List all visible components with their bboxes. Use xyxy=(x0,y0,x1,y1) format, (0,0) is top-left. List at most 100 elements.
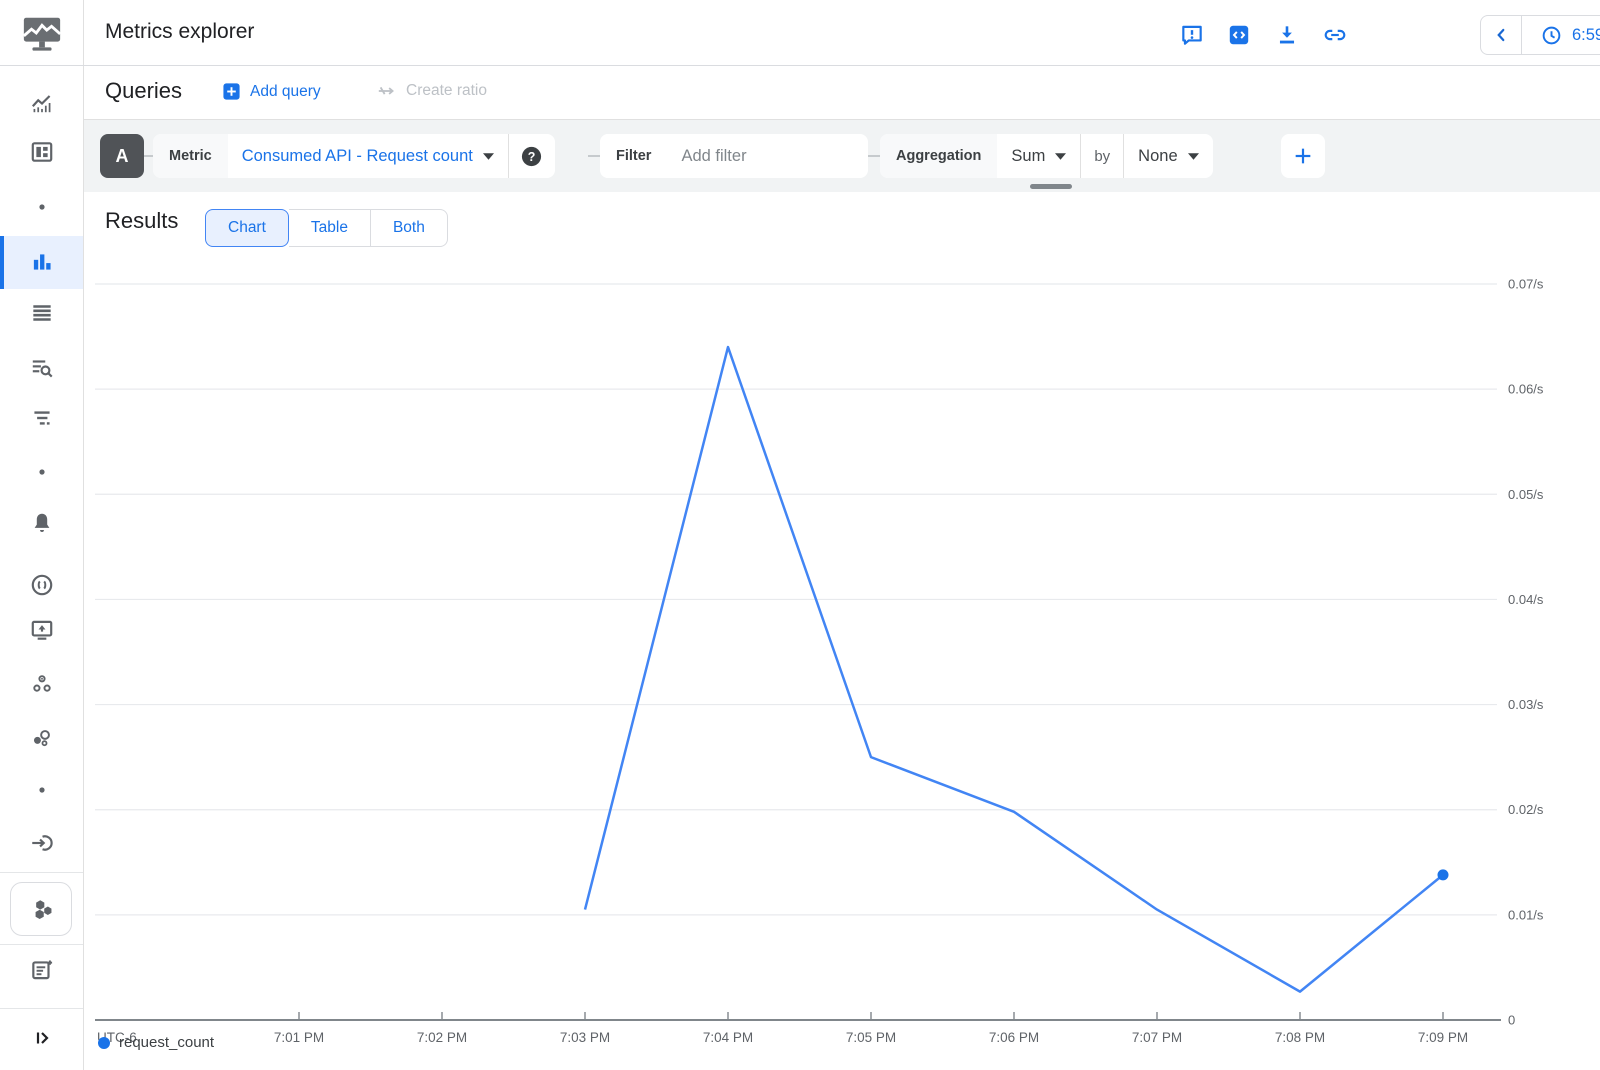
y-axis-tick-label: 0.03/s xyxy=(1508,697,1544,712)
screen-share-icon xyxy=(29,617,55,643)
svg-text:?: ? xyxy=(528,149,536,163)
sidebar-item-services[interactable] xyxy=(0,606,83,654)
chart-line-icon xyxy=(29,90,55,116)
sidebar-item-trace[interactable] xyxy=(0,394,83,442)
sidebar-item-dashboards[interactable] xyxy=(0,128,83,176)
y-axis-tick-label: 0.07/s xyxy=(1508,277,1544,292)
time-back-button[interactable] xyxy=(1481,16,1521,54)
aggregation-pill: Aggregation Sum by None xyxy=(880,134,1213,178)
dot-icon xyxy=(37,785,47,795)
pill-connector xyxy=(144,155,153,157)
expand-nav-button[interactable] xyxy=(0,1014,83,1062)
monitoring-logo[interactable] xyxy=(0,9,83,57)
sidebar-item-more-1[interactable] xyxy=(0,189,83,225)
x-axis-tick-label: 7:08 PM xyxy=(1275,1030,1325,1045)
header-divider xyxy=(0,65,1600,66)
query-letter-badge[interactable]: A xyxy=(100,134,144,178)
time-range-button[interactable]: 6:59 PM - 7:0 xyxy=(1522,24,1600,47)
feedback-button[interactable] xyxy=(1179,22,1205,48)
sidebar-item-integrations[interactable] xyxy=(0,819,83,867)
sidebar-item-logs[interactable] xyxy=(0,289,83,337)
download-icon xyxy=(1274,22,1300,48)
expand-rail-icon xyxy=(30,1026,54,1050)
create-ratio-button[interactable]: Create ratio xyxy=(375,82,487,100)
sidebar-item-more-2[interactable] xyxy=(0,454,83,490)
aggregation-label: Aggregation xyxy=(880,134,997,178)
sidebar-item-logs-explorer[interactable] xyxy=(0,344,83,392)
y-axis-tick-label: 0 xyxy=(1508,1013,1515,1028)
y-axis-tick-label: 0.05/s xyxy=(1508,487,1544,502)
x-axis-tick-label: 7:09 PM xyxy=(1418,1030,1468,1045)
integration-arrow-icon xyxy=(29,830,55,856)
x-axis-tick-label: 7:04 PM xyxy=(703,1030,753,1045)
bubbles-icon xyxy=(29,725,55,751)
chevron-down-icon xyxy=(1055,153,1066,160)
left-nav-rail xyxy=(0,0,84,1070)
help-icon: ? xyxy=(520,145,543,168)
x-axis-tick-label: 7:06 PM xyxy=(989,1030,1039,1045)
plus-icon xyxy=(1292,145,1314,167)
filter-input[interactable]: Add filter xyxy=(667,134,760,178)
x-axis-tick-label: 7:02 PM xyxy=(417,1030,467,1045)
create-ratio-label: Create ratio xyxy=(406,82,487,100)
time-range-text: 6:59 PM - 7:0 xyxy=(1572,26,1600,45)
x-axis-tick-label: 7:05 PM xyxy=(846,1030,896,1045)
aggregation-value: Sum xyxy=(1011,147,1045,166)
view-toggle-group: Chart Table Both xyxy=(205,209,448,247)
bell-icon xyxy=(29,510,55,536)
sidebar-item-release-notes[interactable] xyxy=(0,946,83,994)
sidebar-item-groups[interactable] xyxy=(0,660,83,708)
sidebar-item-synthetic[interactable] xyxy=(0,714,83,762)
stacked-lines-icon xyxy=(29,405,55,431)
view-option-both[interactable]: Both xyxy=(371,209,448,247)
metric-help-button[interactable]: ? xyxy=(509,134,555,178)
x-axis-tick-label: 7:07 PM xyxy=(1132,1030,1182,1045)
sidebar-item-alerting[interactable] xyxy=(0,499,83,547)
filter-label: Filter xyxy=(600,134,667,178)
view-code-button[interactable] xyxy=(1226,22,1252,48)
legend-series-label: request_count xyxy=(119,1034,214,1051)
view-option-chart[interactable]: Chart xyxy=(205,209,289,247)
dashboards-icon xyxy=(29,139,55,165)
sidebar-item-uptime-checks[interactable] xyxy=(0,561,83,609)
metric-value: Consumed API - Request count xyxy=(242,147,473,166)
ratio-arrow-icon xyxy=(375,82,397,100)
monitoring-logo-icon xyxy=(19,12,65,54)
metric-dropdown[interactable]: Consumed API - Request count xyxy=(228,134,508,178)
time-range-control: 6:59 PM - 7:0 xyxy=(1480,15,1600,55)
download-button[interactable] xyxy=(1274,22,1300,48)
aggregation-dropdown[interactable]: Sum xyxy=(997,134,1080,178)
rail-divider xyxy=(0,944,83,945)
page-title: Metrics explorer xyxy=(105,20,254,44)
add-query-button[interactable]: Add query xyxy=(222,82,321,101)
add-aggregation-step-button[interactable] xyxy=(1281,134,1325,178)
cluster-icon xyxy=(29,671,55,697)
view-option-table[interactable]: Table xyxy=(289,209,371,247)
pill-connector xyxy=(868,155,880,157)
by-label: by xyxy=(1081,134,1123,178)
y-axis-tick-label: 0.06/s xyxy=(1508,382,1544,397)
share-link-button[interactable] xyxy=(1322,22,1348,48)
sidebar-item-gke-hexagons[interactable] xyxy=(0,885,83,933)
add-query-label: Add query xyxy=(250,83,321,101)
code-icon xyxy=(1226,22,1252,48)
group-by-dropdown[interactable]: None xyxy=(1124,134,1212,178)
sidebar-item-metrics-explorer[interactable] xyxy=(0,238,83,286)
queries-toolbar: Queries Add query Create ratio xyxy=(83,66,1600,120)
sidebar-item-more-3[interactable] xyxy=(0,772,83,808)
queries-title: Queries xyxy=(105,78,182,104)
x-axis-tick-label: 7:03 PM xyxy=(560,1030,610,1045)
group-by-value: None xyxy=(1138,147,1177,166)
series-end-dot xyxy=(1438,869,1449,880)
legend-series-dot xyxy=(98,1037,110,1049)
dot-icon xyxy=(37,467,47,477)
panel-drag-handle[interactable] xyxy=(1030,184,1072,189)
filter-pill: Filter Add filter xyxy=(600,134,868,178)
metric-pill: Metric Consumed API - Request count ? xyxy=(153,134,555,178)
chevron-left-icon xyxy=(1490,24,1512,46)
chevron-down-icon xyxy=(483,153,494,160)
query-builder: A Metric Consumed API - Request count ? xyxy=(83,120,1600,192)
sidebar-item-overview[interactable] xyxy=(0,79,83,127)
page-header: Metrics explorer xyxy=(83,0,1600,65)
y-axis-tick-label: 0.01/s xyxy=(1508,907,1544,922)
